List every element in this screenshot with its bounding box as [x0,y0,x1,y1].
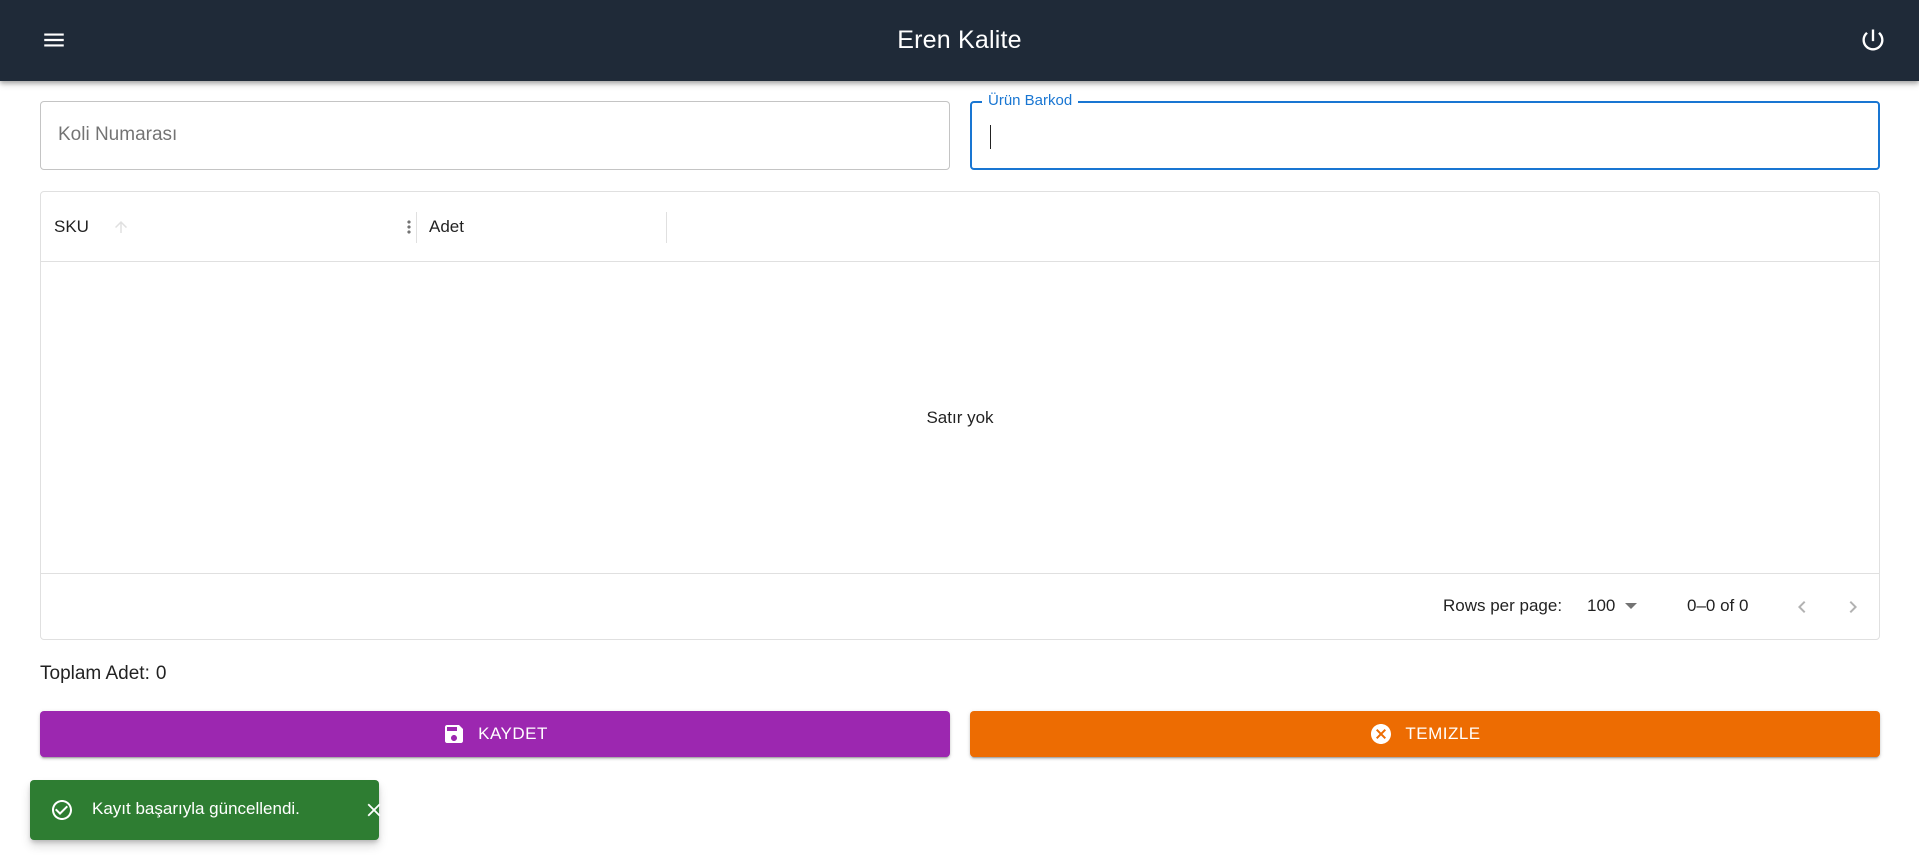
column-header-label: Adet [429,217,464,236]
text-caret [990,125,991,149]
next-page-button[interactable] [1836,590,1870,624]
app-title: Eren Kalite [897,26,1022,54]
save-icon [445,725,464,743]
previous-page-button[interactable] [1785,590,1819,624]
urun-barkod-field[interactable]: Ürün Barkod [970,92,1880,170]
grid-header: SKU Adet [41,192,1879,262]
empty-rows-text: Satır yok [926,408,994,427]
menu-button[interactable] [34,20,74,60]
cancel-icon [1371,724,1392,744]
save-button-label: KAYDET [478,724,548,743]
chevron-right-icon [1849,601,1857,613]
clear-button-label: TEMIZLE [1405,724,1481,743]
empty-rows-overlay: Satır yok [41,262,1879,574]
clear-button[interactable]: TEMIZLE [970,711,1880,757]
menu-icon [44,33,64,47]
save-button[interactable]: KAYDET [40,711,950,757]
success-snackbar: Kayıt başarıyla güncellendi. [30,780,381,840]
snackbar-close-button[interactable] [361,797,387,823]
snackbar-message: Kayıt başarıyla güncellendi. [92,799,300,818]
chevron-left-icon [1798,601,1806,613]
logout-button[interactable] [1853,20,1893,60]
rows-per-page-value: 100 [1587,596,1616,615]
rows-per-page-select[interactable]: 100 [1587,596,1638,616]
urun-barkod-label: Ürün Barkod [982,92,1079,109]
column-header-adet[interactable]: Adet [429,192,669,262]
total-label: Toplam Adet: [40,663,150,684]
total-quantity: Toplam Adet: 0 [40,663,166,685]
column-menu-button[interactable] [394,212,424,242]
dropdown-arrow-icon [1625,603,1638,609]
data-grid: SKU Adet Satır yok Rows per page: 100 0–… [40,191,1880,640]
column-separator[interactable] [666,212,667,243]
power-icon [1862,29,1884,51]
koli-numarasi-field[interactable]: Koli Numarası [40,101,950,170]
check-circle-icon [52,800,72,820]
total-value: 0 [155,663,167,684]
sort-arrow-up-icon[interactable] [112,218,130,236]
column-separator[interactable] [416,212,417,243]
rows-per-page-label: Rows per page: [1443,596,1563,615]
column-header-sku[interactable]: SKU [54,192,414,262]
close-icon [367,803,381,817]
koli-numarasi-label: Koli Numarası [58,124,178,145]
column-header-label: SKU [54,217,89,236]
app-bar: Eren Kalite [0,0,1919,81]
grid-footer: Rows per page: 100 0–0 of 0 [41,573,1879,639]
pagination-range: 0–0 of 0 [1687,596,1749,615]
